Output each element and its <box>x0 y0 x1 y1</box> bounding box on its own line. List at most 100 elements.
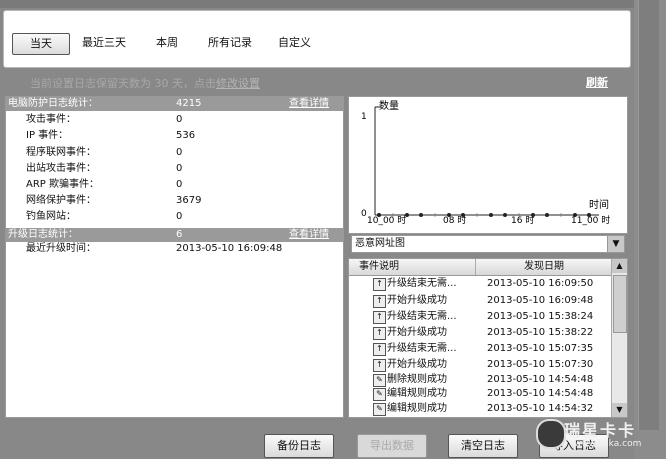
protection-stats-title: 电脑防护日志统计： <box>8 98 98 109</box>
last-upgrade-label: 最近升级时间： <box>26 243 96 254</box>
y-axis-label: 数量 <box>379 99 399 112</box>
data-point <box>503 213 507 217</box>
data-point <box>433 213 437 217</box>
column-header-event[interactable]: 事件说明 <box>359 259 399 275</box>
table-row[interactable]: ↑ 开始升级成功 2013-05-10 15:38:22 <box>349 326 611 340</box>
tab-all-records[interactable]: 所有记录 <box>208 33 252 53</box>
data-point <box>573 213 577 217</box>
table-row[interactable]: ↑ 开始升级成功 2013-05-10 15:07:30 <box>349 358 611 372</box>
data-point <box>517 213 521 217</box>
data-point <box>559 213 563 217</box>
chart-type-value: 恶意网址图 <box>355 238 405 249</box>
event-date: 2013-05-10 14:54:48 <box>487 374 594 385</box>
stat-value: 3679 <box>176 195 202 206</box>
stat-row: 程序联网事件： 0 <box>26 145 326 161</box>
log-scrollbar[interactable]: ▲ ▼ <box>611 259 627 417</box>
rule-icon: ✎ <box>373 403 386 416</box>
rising-logo-icon <box>536 419 566 449</box>
stat-label: ARP 欺骗事件： <box>26 179 99 190</box>
table-row[interactable]: ↑ 升级结束无需... 2013-05-10 15:38:24 <box>349 310 611 324</box>
retention-hint-text: 当前设置日志保留天数为 30 天，点击 <box>30 77 216 90</box>
rule-icon: ✎ <box>373 374 386 387</box>
stat-label: IP 事件： <box>26 130 69 141</box>
table-row[interactable]: ✎ 编辑规则成功 2013-05-10 14:54:48 <box>349 387 611 401</box>
upgrade-icon: ↑ <box>373 311 386 324</box>
chevron-down-icon[interactable]: ▼ <box>607 236 624 252</box>
event-description: 升级结束无需... <box>387 311 457 322</box>
data-point <box>587 213 591 217</box>
stat-value: 0 <box>176 179 183 190</box>
series-points <box>377 213 591 217</box>
clear-log-button[interactable]: 清空日志 <box>448 434 518 458</box>
x-tick-label: 10_00 时 <box>367 214 406 226</box>
protection-stats-total: 4215 <box>176 98 202 109</box>
tab-last-three-days[interactable]: 最近三天 <box>82 33 126 53</box>
event-date: 2013-05-10 15:38:22 <box>487 327 594 338</box>
upgrade-detail-link[interactable]: 查看详情 <box>289 228 329 242</box>
rule-icon: ✎ <box>373 388 386 401</box>
event-date: 2013-05-10 15:07:30 <box>487 359 594 370</box>
top-bar <box>0 0 666 8</box>
x-tick-label: 16 时 <box>511 214 534 226</box>
table-row[interactable]: ↑ 开始升级成功 2013-05-10 16:09:48 <box>349 294 611 308</box>
x-axis-label: 时间 <box>589 198 609 211</box>
event-chart: 数量 时间 1 0 10_00 时 08 时 16 时 11_00 时 <box>348 96 628 234</box>
event-chart-svg: 数量 时间 1 0 10_00 时 08 时 16 时 11_00 时 <box>361 99 610 226</box>
tab-custom[interactable]: 自定义 <box>278 33 311 53</box>
event-description: 删除规则成功 <box>387 374 447 385</box>
stat-value: 0 <box>176 147 183 158</box>
protection-stats-header: 电脑防护日志统计： 4215 查看详情 <box>6 97 343 111</box>
export-data-button[interactable]: 导出数据 <box>357 434 427 458</box>
stat-row: 攻击事件： 0 <box>26 112 326 128</box>
window-edge <box>634 0 666 459</box>
data-point <box>531 213 535 217</box>
chevron-up-icon[interactable]: ▲ <box>612 259 627 273</box>
event-description: 开始升级成功 <box>387 295 447 306</box>
table-row[interactable]: ✎ 删除规则成功 2013-05-10 14:54:48 <box>349 373 611 387</box>
event-description: 升级结束无需... <box>387 278 457 289</box>
watermark-url: www.kaka.com <box>574 439 642 449</box>
tab-today[interactable]: 当天 <box>12 33 70 55</box>
event-description: 开始升级成功 <box>387 327 447 338</box>
data-point <box>391 213 395 217</box>
stat-row: 网络保护事件： 3679 <box>26 193 326 209</box>
stat-value: 536 <box>176 130 196 141</box>
data-point <box>489 213 493 217</box>
log-table-header: 事件说明 发现日期 <box>349 259 611 276</box>
protection-detail-link[interactable]: 查看详情 <box>289 97 329 111</box>
stat-label: 攻击事件： <box>26 114 76 125</box>
data-point <box>405 213 409 217</box>
stat-row: ARP 欺骗事件： 0 <box>26 177 326 193</box>
backup-log-button[interactable]: 备份日志 <box>264 434 334 458</box>
chart-type-select[interactable]: 恶意网址图 ▼ <box>351 235 625 253</box>
modify-settings-link[interactable]: 修改设置 <box>216 77 260 90</box>
upgrade-icon: ↑ <box>373 359 386 372</box>
table-row[interactable]: ↑ 升级结束无需... 2013-05-10 16:09:50 <box>349 277 611 291</box>
window-scroll-track <box>638 0 659 430</box>
stat-label: 网络保护事件： <box>26 195 96 206</box>
tab-this-week[interactable]: 本周 <box>156 33 178 53</box>
stat-row: IP 事件： 536 <box>26 128 326 144</box>
event-date: 2013-05-10 16:09:50 <box>487 278 594 289</box>
stat-value: 0 <box>176 211 183 222</box>
stat-row: 钓鱼网站： 0 <box>26 209 326 225</box>
watermark-logo: 瑞星卡卡 www.kaka.com <box>534 413 654 455</box>
data-point <box>545 213 549 217</box>
data-point <box>461 213 465 217</box>
event-date: 2013-05-10 15:07:35 <box>487 343 594 354</box>
upgrade-stats-total: 6 <box>176 229 183 240</box>
y-tick-label: 1 <box>361 112 367 122</box>
scroll-thumb[interactable] <box>613 275 627 333</box>
refresh-link[interactable]: 刷新 <box>586 74 608 90</box>
upgrade-icon: ↑ <box>373 343 386 356</box>
event-date: 2013-05-10 14:54:48 <box>487 388 594 399</box>
column-header-date[interactable]: 发现日期 <box>475 259 612 275</box>
last-upgrade-row: 最近升级时间： 2013-05-10 16:09:48 <box>26 241 326 257</box>
statistics-panel: 电脑防护日志统计： 4215 查看详情 攻击事件： 0 IP 事件： 536 程序联… <box>5 96 344 418</box>
event-date: 2013-05-10 16:09:48 <box>487 295 594 306</box>
watermark-text: 瑞星卡卡 <box>564 421 637 440</box>
time-range-tabs: 当天 最近三天 本周 所有记录 自定义 <box>3 10 631 68</box>
event-description: 编辑规则成功 <box>387 388 447 399</box>
data-point <box>419 213 423 217</box>
table-row[interactable]: ↑ 升级结束无需... 2013-05-10 15:07:35 <box>349 342 611 356</box>
